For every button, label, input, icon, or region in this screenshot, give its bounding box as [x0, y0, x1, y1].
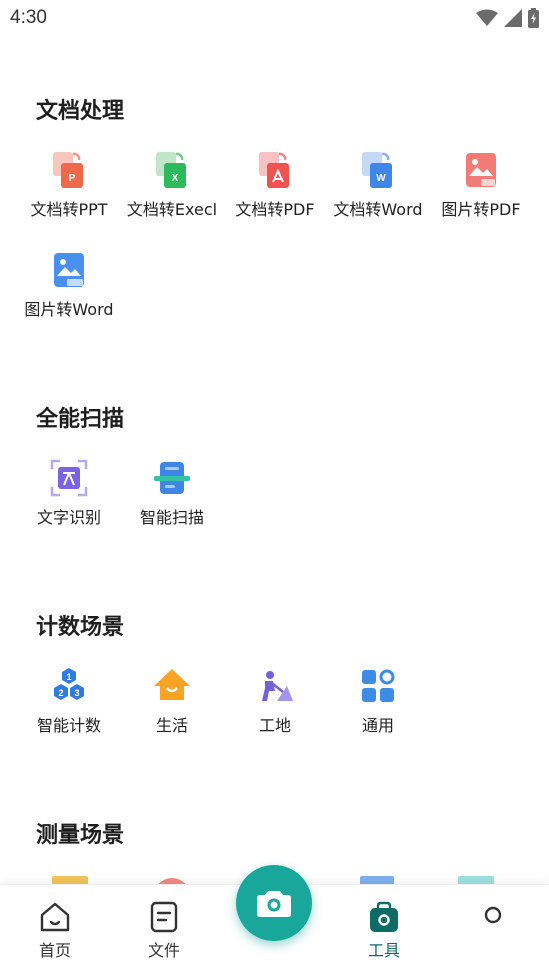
tool-label: 通用: [361, 716, 394, 735]
nav-profile[interactable]: [458, 901, 528, 933]
svg-text:3: 3: [74, 688, 79, 698]
tool-label: 文字识别: [36, 508, 101, 527]
tool-label: 文档转PPT: [30, 200, 108, 219]
status-icons: [476, 8, 539, 28]
svg-text:X: X: [172, 173, 179, 184]
tool-text-recognition[interactable]: 文字识别: [17, 458, 121, 528]
tool-label: 图片转PDF: [441, 200, 521, 219]
home-icon: [40, 902, 70, 932]
nav-tools[interactable]: 工具: [349, 901, 419, 961]
status-bar: 4:30: [0, 0, 549, 40]
tool-doc-to-word[interactable]: W 文档转Word: [326, 150, 430, 220]
nav-home[interactable]: 首页: [20, 901, 90, 961]
battery-icon: [528, 8, 539, 28]
svg-text:W: W: [376, 173, 386, 184]
profile-icon: [484, 906, 502, 924]
tool-label: 图片转Word: [24, 300, 114, 319]
nav-tools-label: 工具: [367, 941, 400, 960]
tool-life[interactable]: 生活: [120, 666, 224, 736]
signal-icon: [504, 9, 522, 27]
tool-general[interactable]: 通用: [326, 666, 430, 736]
tool-label: 文档转PDF: [235, 200, 315, 219]
section-title-scan: 全能扫描: [36, 407, 125, 432]
camera-icon: [257, 891, 291, 917]
tool-doc-to-pdf[interactable]: 文档转PDF: [223, 150, 327, 220]
tool-smart-count[interactable]: 1 2 3 智能计数: [17, 666, 121, 736]
svg-text:P: P: [69, 173, 76, 184]
pdf-convert-icon: [259, 152, 289, 188]
section-title-count: 计数场景: [36, 615, 125, 640]
tool-image-to-word[interactable]: 图片转Word: [17, 250, 121, 320]
section-title-doc: 文档处理: [36, 99, 125, 124]
tool-label: 工地: [258, 716, 291, 735]
life-icon: [154, 669, 190, 700]
tool-doc-to-excel[interactable]: X 文档转Execl: [120, 150, 224, 220]
image-to-word-icon: [54, 253, 84, 287]
file-icon: [150, 901, 178, 933]
image-to-pdf-icon: [466, 153, 496, 187]
camera-button[interactable]: [236, 865, 312, 941]
wifi-icon: [476, 9, 498, 26]
nav-files[interactable]: 文件: [129, 901, 199, 961]
tool-label: 生活: [155, 716, 188, 735]
word-convert-icon: W: [362, 152, 392, 188]
section-title-measure: 测量场景: [36, 823, 125, 848]
tool-smart-scan[interactable]: 智能扫描: [120, 458, 224, 528]
smart-count-icon: 1 2 3: [54, 668, 84, 700]
nav-files-label: 文件: [147, 941, 180, 960]
ppt-convert-icon: P: [53, 152, 83, 188]
excel-convert-icon: X: [156, 152, 186, 188]
construction-icon: [262, 671, 293, 701]
status-time: 4:30: [10, 7, 47, 28]
tool-label: 文档转Word: [333, 200, 423, 219]
svg-text:1: 1: [66, 672, 71, 682]
nav-home-label: 首页: [38, 941, 71, 960]
svg-text:2: 2: [58, 688, 63, 698]
tool-doc-to-ppt[interactable]: P 文档转PPT: [17, 150, 121, 220]
smart-scan-icon: [154, 462, 190, 494]
text-recognition-icon: [50, 459, 88, 497]
tools-bag-icon: [370, 901, 398, 932]
tool-label: 智能计数: [36, 716, 101, 735]
tool-construction[interactable]: 工地: [223, 666, 327, 736]
tool-label: 文档转Execl: [126, 200, 218, 219]
tool-image-to-pdf[interactable]: 图片转PDF: [429, 150, 533, 220]
general-icon: [362, 669, 395, 702]
tool-label: 智能扫描: [139, 508, 204, 527]
